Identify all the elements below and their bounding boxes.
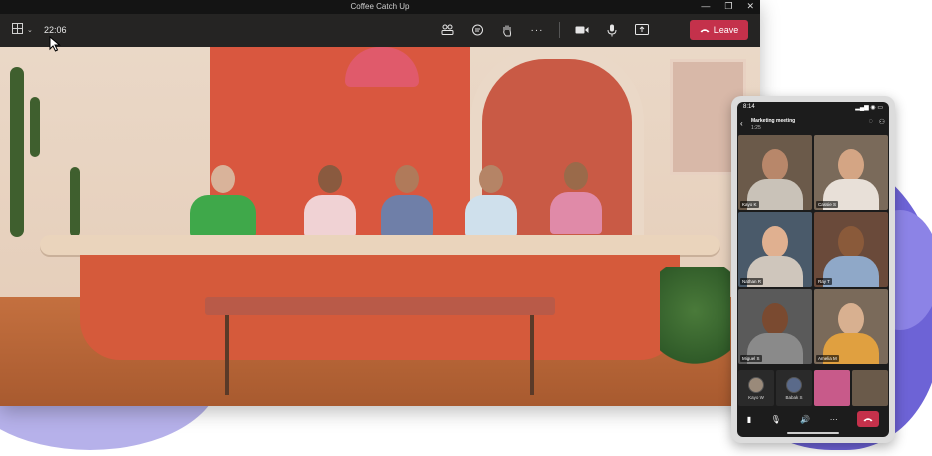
video-tile[interactable]: Nathan R xyxy=(738,212,812,287)
back-icon[interactable]: ‹ xyxy=(740,119,743,128)
divider xyxy=(559,22,560,38)
mobile-leave-button[interactable] xyxy=(857,411,880,427)
plant xyxy=(660,267,730,377)
mobile-meeting-header: ‹ Marketing meeting 1:25 ◌ ⚇ xyxy=(737,116,889,134)
teams-meeting-window: Coffee Catch Up — ❐ ✕ ⌄ 22:06 ··· Leave xyxy=(0,0,760,406)
window-title: Coffee Catch Up xyxy=(350,2,410,11)
close-button[interactable]: ✕ xyxy=(746,1,754,12)
title-bar: Coffee Catch Up — ❐ ✕ xyxy=(0,0,760,14)
chat-icon[interactable]: ◌ xyxy=(869,118,873,126)
mic-icon[interactable] xyxy=(604,22,620,38)
together-mode-scene xyxy=(0,47,760,406)
video-tile[interactable]: Ray T xyxy=(814,212,888,287)
mobile-meeting-duration: 1:25 xyxy=(751,125,761,131)
scene-counter xyxy=(40,235,720,255)
raise-hand-icon[interactable] xyxy=(499,22,515,38)
mobile-device: 8:14 ▂▄▆ ◉ ▭ ‹ Marketing meeting 1:25 ◌ … xyxy=(731,96,895,443)
participant-name: Miguel S xyxy=(740,355,762,362)
chat-icon[interactable] xyxy=(469,22,485,38)
participant-avatar xyxy=(550,162,602,234)
mobile-meeting-screen: 8:14 ▂▄▆ ◉ ▭ ‹ Marketing meeting 1:25 ◌ … xyxy=(737,102,889,437)
avatar xyxy=(748,376,764,393)
video-tile[interactable]: Kayo K xyxy=(738,135,812,210)
mic-icon[interactable]: 🎙 xyxy=(771,415,781,424)
signal-battery-icon: ▂▄▆ ◉ ▭ xyxy=(855,105,883,111)
cactus xyxy=(10,67,24,237)
grid-icon xyxy=(12,23,23,37)
meeting-timer: 22:06 xyxy=(44,25,67,35)
minimize-button[interactable]: — xyxy=(701,1,710,12)
home-indicator xyxy=(787,432,839,434)
cactus xyxy=(30,97,40,157)
chevron-down-icon: ⌄ xyxy=(27,27,33,34)
participant-thumbnail[interactable]: Babak S xyxy=(776,370,812,406)
participant-name: Kayo W xyxy=(748,394,764,400)
camera-icon[interactable] xyxy=(574,22,590,38)
participant-avatar xyxy=(190,165,256,237)
avatar xyxy=(786,376,802,393)
mouse-cursor-icon xyxy=(49,35,61,57)
video-tile[interactable]: Miguel S xyxy=(738,289,812,364)
more-icon[interactable]: ··· xyxy=(830,415,838,424)
participant-name: Amelia M xyxy=(816,355,839,362)
cactus xyxy=(70,167,80,237)
bench-leg xyxy=(225,315,229,395)
maximize-button[interactable]: ❐ xyxy=(724,1,732,12)
participant-thumbnail[interactable]: Kayo W xyxy=(738,370,774,406)
video-tile[interactable]: Cassie S xyxy=(814,135,888,210)
camera-icon[interactable]: ▮ xyxy=(747,415,751,424)
participant-name: Ray T xyxy=(816,278,832,285)
participant-thumbnail[interactable] xyxy=(814,370,850,406)
bench-leg xyxy=(530,315,534,395)
mobile-meeting-title: Marketing meeting xyxy=(751,118,796,124)
participant-avatar xyxy=(381,165,433,237)
phone-hangup-icon xyxy=(700,25,710,35)
layout-button[interactable]: ⌄ xyxy=(12,23,33,37)
speaker-icon[interactable]: 🔊 xyxy=(800,415,810,424)
participant-name: Babak S xyxy=(785,394,803,400)
participant-avatar xyxy=(304,165,356,237)
participant-name: Nathan R xyxy=(740,278,764,285)
participant-avatar xyxy=(465,165,517,237)
participant-name: Cassie S xyxy=(816,201,839,208)
leave-label: Leave xyxy=(713,25,739,35)
more-icon[interactable]: ··· xyxy=(529,22,545,38)
participant-name: Kayo K xyxy=(740,201,759,208)
participant-thumbnail[interactable] xyxy=(852,370,888,406)
scene-bench xyxy=(205,297,555,315)
people-icon[interactable] xyxy=(439,22,455,38)
phone-hangup-icon xyxy=(863,417,873,421)
leave-button[interactable]: Leave xyxy=(690,20,748,40)
mobile-call-controls: ▮ 🎙 🔊 ··· xyxy=(737,408,889,430)
mobile-time: 8:14 xyxy=(743,104,755,110)
participant-strip: Kayo W Babak S xyxy=(738,370,888,406)
people-icon[interactable]: ⚇ xyxy=(879,118,885,126)
mobile-status-bar: 8:14 ▂▄▆ ◉ ▭ xyxy=(737,102,889,116)
meeting-toolbar: ⌄ 22:06 ··· Leave xyxy=(0,14,760,47)
video-tile[interactable]: Amelia M xyxy=(814,289,888,364)
share-icon[interactable] xyxy=(634,22,650,38)
video-grid: Kayo K Cassie S Nathan R Ray T Miguel S … xyxy=(738,135,888,364)
